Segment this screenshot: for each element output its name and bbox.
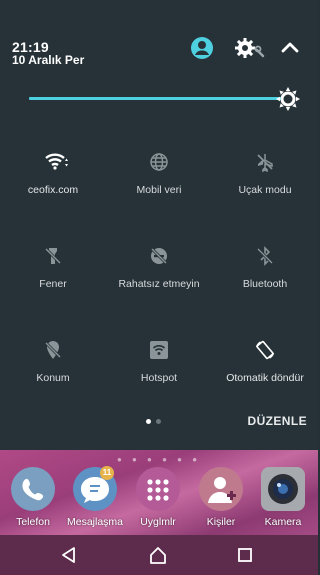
phone-app-icon <box>11 467 55 511</box>
tile-label: Hotspot <box>140 372 178 384</box>
do-not-disturb-off-icon <box>150 247 168 265</box>
tile-label: Otomatik döndür <box>226 372 304 384</box>
tile-bluetooth[interactable]: Bluetooth <box>212 246 318 306</box>
edit-button[interactable]: DÜZENLE <box>248 414 307 428</box>
tile-label: ceofix.com <box>27 184 79 196</box>
hotspot-icon <box>150 341 168 359</box>
brightness-icon[interactable] <box>276 87 300 111</box>
tile-mobile-data[interactable]: Mobil veri <box>106 152 212 212</box>
camera-app-icon <box>261 467 305 511</box>
brightness-track <box>29 97 285 100</box>
tile-label: Fener <box>39 278 67 290</box>
tile-label: Mobil veri <box>136 184 182 196</box>
globe-icon <box>150 153 168 171</box>
chevron-up-icon[interactable] <box>278 36 302 60</box>
navigation-bar <box>0 535 318 575</box>
home-page-dots: ● ● ● ● ● ● <box>116 455 202 464</box>
app-label: Kamera <box>264 516 302 528</box>
recents-icon[interactable] <box>235 545 255 565</box>
app-messaging[interactable]: 11 Mesajlaşma <box>63 466 127 531</box>
page-dot <box>156 419 161 424</box>
tile-hotspot[interactable]: Hotspot <box>106 340 212 400</box>
wifi-icon <box>45 153 68 170</box>
quick-settings-panel: 21:19 10 Aralık Per ceofix.com Mobil ver… <box>0 0 318 450</box>
contacts-app-icon <box>199 467 243 511</box>
tile-do-not-disturb[interactable]: Rahatsız etmeyin <box>106 246 212 306</box>
page-dot-active <box>146 419 151 424</box>
location-off-icon <box>44 341 62 359</box>
tile-label: Uçak modu <box>238 184 292 196</box>
app-camera[interactable]: Kamera <box>251 467 315 531</box>
app-drawer[interactable]: Uyglmlr <box>126 467 190 531</box>
back-icon[interactable] <box>59 545 79 565</box>
account-circle-icon[interactable] <box>190 36 214 60</box>
date: 10 Aralık Per <box>12 53 85 67</box>
tile-label: Bluetooth <box>242 278 288 290</box>
tile-auto-rotate[interactable]: Otomatik döndür <box>212 340 318 400</box>
app-phone[interactable]: Telefon <box>1 467 65 531</box>
airplane-off-icon <box>257 154 273 172</box>
unread-badge: 11 <box>100 466 114 480</box>
tile-label: Konum <box>36 372 70 384</box>
settings-gear-icon[interactable] <box>233 36 267 60</box>
tile-airplane[interactable]: Uçak modu <box>212 152 318 212</box>
brightness-slider[interactable] <box>29 87 300 111</box>
page-indicator <box>146 419 166 425</box>
tile-location[interactable]: Konum <box>0 340 106 400</box>
app-contacts[interactable]: Kişiler <box>189 467 253 531</box>
tile-label: Rahatsız etmeyin <box>118 278 200 290</box>
auto-rotate-icon <box>255 340 275 360</box>
tile-flashlight[interactable]: Fener <box>0 246 106 306</box>
app-drawer-icon <box>136 467 180 511</box>
tile-wifi[interactable]: ceofix.com <box>0 152 106 212</box>
flashlight-off-icon <box>44 247 62 265</box>
home-screen-dock: ● ● ● ● ● ● Telefon 11 Mesajlaşma Uyglml… <box>0 450 318 535</box>
home-icon[interactable] <box>148 545 168 565</box>
bluetooth-off-icon <box>256 246 274 266</box>
